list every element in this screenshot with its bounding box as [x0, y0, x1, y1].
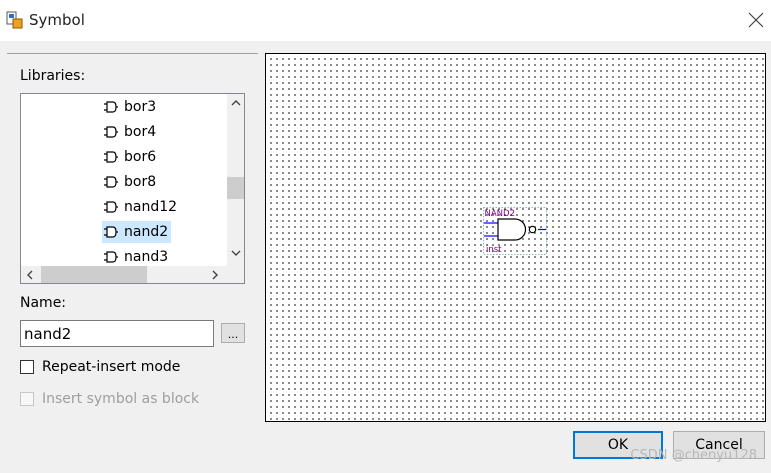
- symbol-name-label: NAND2: [485, 209, 516, 219]
- tree-item-label: nand12: [124, 199, 178, 215]
- tree-item-nand3[interactable]: nand3: [102, 246, 168, 268]
- title-bar: Symbol: [0, 0, 771, 41]
- watermark: CSDN @chenyu128: [630, 448, 757, 463]
- tree-item-bor4[interactable]: bor4: [102, 121, 156, 143]
- scrollbar-corner: [227, 266, 244, 283]
- app-icon: [6, 11, 23, 29]
- repeat-insert-option[interactable]: Repeat-insert mode: [20, 359, 180, 375]
- tree-item-bor6[interactable]: bor6: [102, 146, 156, 168]
- tree-item-label: bor8: [124, 174, 157, 190]
- libraries-label: Libraries:: [20, 68, 86, 84]
- insert-as-block-option: Insert symbol as block: [20, 391, 199, 407]
- tree-item-bor3[interactable]: bor3: [102, 96, 156, 118]
- name-label: Name:: [20, 295, 67, 311]
- tree-item-nand12[interactable]: nand12: [102, 196, 177, 218]
- nand-gate-symbol: NAND2 inst: [483, 207, 547, 255]
- symbol-icon: [104, 176, 118, 188]
- scroll-up-button[interactable]: [227, 94, 244, 111]
- browse-button[interactable]: ...: [221, 323, 245, 343]
- scroll-left-button[interactable]: [21, 266, 38, 283]
- chevron-right-icon: [212, 270, 218, 279]
- horizontal-scroll-thumb[interactable]: [41, 266, 147, 283]
- symbol-preview: NAND2 inst: [265, 53, 766, 422]
- tree-item-nand2[interactable]: nand2: [102, 221, 172, 243]
- chevron-up-icon: [231, 100, 240, 106]
- vertical-scroll-thumb[interactable]: [227, 177, 244, 199]
- scroll-right-button[interactable]: [207, 266, 224, 283]
- horizontal-scrollbar[interactable]: [21, 266, 227, 283]
- libraries-tree[interactable]: bor3 bor4 bor6 bor8 nand12 nand2 nand3: [20, 93, 245, 284]
- chevron-left-icon: [27, 270, 33, 279]
- symbol-icon: [104, 201, 118, 213]
- tree-item-label: nand3: [124, 249, 169, 265]
- name-input[interactable]: [20, 320, 214, 347]
- tree-item-label: nand2: [124, 224, 169, 240]
- repeat-insert-label: Repeat-insert mode: [42, 359, 181, 375]
- symbol-icon: [104, 101, 118, 113]
- symbol-icon: [104, 226, 118, 238]
- symbol-icon: [104, 251, 118, 263]
- vertical-scrollbar[interactable]: [227, 94, 244, 266]
- instance-name-label: inst: [486, 245, 502, 255]
- symbol-icon: [104, 151, 118, 163]
- chevron-down-icon: [231, 250, 240, 256]
- scroll-down-button[interactable]: [227, 245, 244, 262]
- tree-item-label: bor4: [124, 124, 157, 140]
- tree-item-label: bor3: [124, 99, 157, 115]
- symbol-icon: [104, 126, 118, 138]
- window-title: Symbol: [29, 11, 85, 29]
- divider: [7, 53, 258, 54]
- repeat-insert-checkbox[interactable]: [20, 360, 34, 374]
- close-icon[interactable]: [747, 11, 765, 29]
- tree-item-label: bor6: [124, 149, 157, 165]
- insert-as-block-label: Insert symbol as block: [42, 391, 200, 407]
- tree-item-bor8[interactable]: bor8: [102, 171, 156, 193]
- insert-as-block-checkbox: [20, 392, 34, 406]
